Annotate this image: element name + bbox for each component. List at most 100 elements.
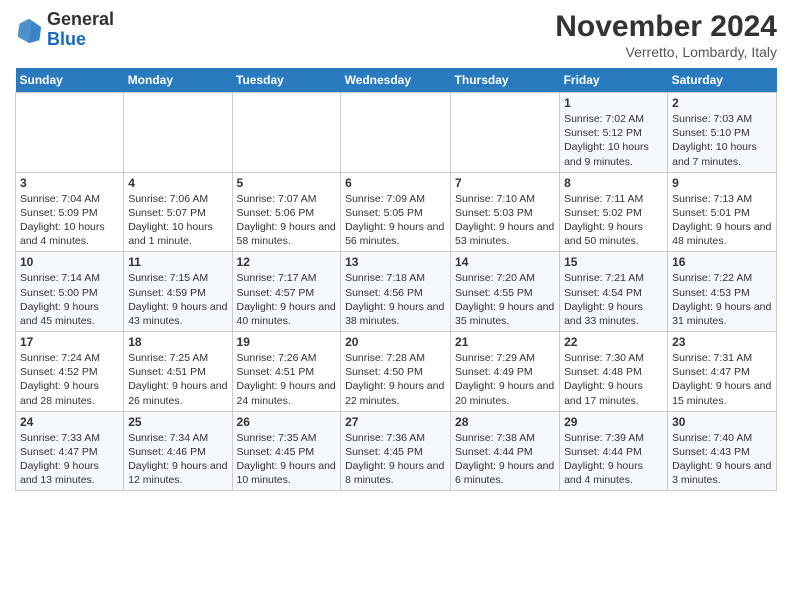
logo-text: General Blue <box>47 10 114 50</box>
calendar-cell <box>124 93 232 173</box>
day-info: Sunrise: 7:29 AM Sunset: 4:49 PM Dayligh… <box>455 351 555 408</box>
day-info: Sunrise: 7:15 AM Sunset: 4:59 PM Dayligh… <box>128 271 227 328</box>
calendar-cell: 17 Sunrise: 7:24 AM Sunset: 4:52 PM Dayli… <box>16 332 124 412</box>
day-number: 5 <box>237 176 337 190</box>
day-info: Sunrise: 7:09 AM Sunset: 5:05 PM Dayligh… <box>345 192 446 249</box>
calendar-cell: 29 Sunrise: 7:39 AM Sunset: 4:44 PM Dayli… <box>560 411 668 491</box>
title-block: November 2024 Verretto, Lombardy, Italy <box>555 10 777 60</box>
calendar-cell <box>451 93 560 173</box>
day-info: Sunrise: 7:35 AM Sunset: 4:45 PM Dayligh… <box>237 431 337 488</box>
logo: General Blue <box>15 10 114 50</box>
calendar-cell: 24 Sunrise: 7:33 AM Sunset: 4:47 PM Dayli… <box>16 411 124 491</box>
day-info: Sunrise: 7:26 AM Sunset: 4:51 PM Dayligh… <box>237 351 337 408</box>
weekday-header-wednesday: Wednesday <box>341 68 451 93</box>
location: Verretto, Lombardy, Italy <box>555 44 777 60</box>
day-number: 21 <box>455 335 555 349</box>
calendar-cell: 9 Sunrise: 7:13 AM Sunset: 5:01 PM Daylig… <box>668 172 777 252</box>
day-number: 6 <box>345 176 446 190</box>
day-number: 23 <box>672 335 772 349</box>
calendar-table: SundayMondayTuesdayWednesdayThursdayFrid… <box>15 68 777 491</box>
calendar-cell: 23 Sunrise: 7:31 AM Sunset: 4:47 PM Dayli… <box>668 332 777 412</box>
calendar-cell: 1 Sunrise: 7:02 AM Sunset: 5:12 PM Daylig… <box>560 93 668 173</box>
calendar-cell: 10 Sunrise: 7:14 AM Sunset: 5:00 PM Dayli… <box>16 252 124 332</box>
day-number: 10 <box>20 255 119 269</box>
day-info: Sunrise: 7:36 AM Sunset: 4:45 PM Dayligh… <box>345 431 446 488</box>
day-number: 25 <box>128 415 227 429</box>
weekday-header-monday: Monday <box>124 68 232 93</box>
weekday-header-sunday: Sunday <box>16 68 124 93</box>
calendar-cell: 5Sunrise: 7:07 AM Sunset: 5:06 PM Daylig… <box>232 172 341 252</box>
day-number: 14 <box>455 255 555 269</box>
day-info: Sunrise: 7:03 AM Sunset: 5:10 PM Dayligh… <box>672 112 772 169</box>
calendar-cell: 3Sunrise: 7:04 AM Sunset: 5:09 PM Daylig… <box>16 172 124 252</box>
calendar-cell: 20 Sunrise: 7:28 AM Sunset: 4:50 PM Dayli… <box>341 332 451 412</box>
day-number: 22 <box>564 335 663 349</box>
calendar-cell <box>232 93 341 173</box>
day-info: Sunrise: 7:20 AM Sunset: 4:55 PM Dayligh… <box>455 271 555 328</box>
calendar-week-4: 17 Sunrise: 7:24 AM Sunset: 4:52 PM Dayli… <box>16 332 777 412</box>
logo-icon <box>15 16 43 44</box>
logo-general: General <box>47 9 114 29</box>
day-number: 1 <box>564 96 663 110</box>
day-info: Sunrise: 7:28 AM Sunset: 4:50 PM Dayligh… <box>345 351 446 408</box>
calendar-cell: 26Sunrise: 7:35 AM Sunset: 4:45 PM Dayli… <box>232 411 341 491</box>
day-info: Sunrise: 7:14 AM Sunset: 5:00 PM Dayligh… <box>20 271 119 328</box>
day-info: Sunrise: 7:10 AM Sunset: 5:03 PM Dayligh… <box>455 192 555 249</box>
calendar-cell: 14 Sunrise: 7:20 AM Sunset: 4:55 PM Dayli… <box>451 252 560 332</box>
day-info: Sunrise: 7:31 AM Sunset: 4:47 PM Dayligh… <box>672 351 772 408</box>
day-info: Sunrise: 7:33 AM Sunset: 4:47 PM Dayligh… <box>20 431 119 488</box>
day-info: Sunrise: 7:24 AM Sunset: 4:52 PM Dayligh… <box>20 351 119 408</box>
day-number: 8 <box>564 176 663 190</box>
calendar-week-2: 3Sunrise: 7:04 AM Sunset: 5:09 PM Daylig… <box>16 172 777 252</box>
day-info: Sunrise: 7:17 AM Sunset: 4:57 PM Dayligh… <box>237 271 337 328</box>
month-title: November 2024 <box>555 10 777 44</box>
calendar-cell: 13 Sunrise: 7:18 AM Sunset: 4:56 PM Dayli… <box>341 252 451 332</box>
calendar-cell <box>16 93 124 173</box>
calendar-cell: 22 Sunrise: 7:30 AM Sunset: 4:48 PM Dayli… <box>560 332 668 412</box>
calendar-cell <box>341 93 451 173</box>
day-number: 27 <box>345 415 446 429</box>
day-number: 30 <box>672 415 772 429</box>
day-info: Sunrise: 7:39 AM Sunset: 4:44 PM Dayligh… <box>564 431 663 488</box>
day-info: Sunrise: 7:02 AM Sunset: 5:12 PM Dayligh… <box>564 112 663 169</box>
day-number: 17 <box>20 335 119 349</box>
day-info: Sunrise: 7:22 AM Sunset: 4:53 PM Dayligh… <box>672 271 772 328</box>
calendar-week-5: 24 Sunrise: 7:33 AM Sunset: 4:47 PM Dayli… <box>16 411 777 491</box>
day-number: 13 <box>345 255 446 269</box>
day-number: 16 <box>672 255 772 269</box>
calendar-cell: 12 Sunrise: 7:17 AM Sunset: 4:57 PM Dayli… <box>232 252 341 332</box>
day-number: 29 <box>564 415 663 429</box>
day-number: 24 <box>20 415 119 429</box>
day-info: Sunrise: 7:11 AM Sunset: 5:02 PM Dayligh… <box>564 192 663 249</box>
weekday-header-saturday: Saturday <box>668 68 777 93</box>
calendar-cell: 8 Sunrise: 7:11 AM Sunset: 5:02 PM Daylig… <box>560 172 668 252</box>
day-number: 28 <box>455 415 555 429</box>
calendar-cell: 16 Sunrise: 7:22 AM Sunset: 4:53 PM Dayli… <box>668 252 777 332</box>
calendar-week-1: 1 Sunrise: 7:02 AM Sunset: 5:12 PM Daylig… <box>16 93 777 173</box>
calendar-cell: 25 Sunrise: 7:34 AM Sunset: 4:46 PM Dayli… <box>124 411 232 491</box>
day-number: 2 <box>672 96 772 110</box>
calendar-cell: 6 Sunrise: 7:09 AM Sunset: 5:05 PM Daylig… <box>341 172 451 252</box>
day-number: 9 <box>672 176 772 190</box>
calendar-cell: 27 Sunrise: 7:36 AM Sunset: 4:45 PM Dayli… <box>341 411 451 491</box>
day-info: Sunrise: 7:38 AM Sunset: 4:44 PM Dayligh… <box>455 431 555 488</box>
day-info: Sunrise: 7:25 AM Sunset: 4:51 PM Dayligh… <box>128 351 227 408</box>
day-info: Sunrise: 7:40 AM Sunset: 4:43 PM Dayligh… <box>672 431 772 488</box>
page-header: General Blue November 2024 Verretto, Lom… <box>15 10 777 60</box>
day-number: 11 <box>128 255 227 269</box>
day-info: Sunrise: 7:13 AM Sunset: 5:01 PM Dayligh… <box>672 192 772 249</box>
calendar-cell: 18Sunrise: 7:25 AM Sunset: 4:51 PM Dayli… <box>124 332 232 412</box>
day-info: Sunrise: 7:21 AM Sunset: 4:54 PM Dayligh… <box>564 271 663 328</box>
day-info: Sunrise: 7:34 AM Sunset: 4:46 PM Dayligh… <box>128 431 227 488</box>
day-number: 7 <box>455 176 555 190</box>
day-info: Sunrise: 7:18 AM Sunset: 4:56 PM Dayligh… <box>345 271 446 328</box>
calendar-week-3: 10 Sunrise: 7:14 AM Sunset: 5:00 PM Dayli… <box>16 252 777 332</box>
day-info: Sunrise: 7:30 AM Sunset: 4:48 PM Dayligh… <box>564 351 663 408</box>
weekday-header-tuesday: Tuesday <box>232 68 341 93</box>
day-number: 12 <box>237 255 337 269</box>
day-info: Sunrise: 7:04 AM Sunset: 5:09 PM Dayligh… <box>20 192 119 249</box>
day-number: 15 <box>564 255 663 269</box>
weekday-header-row: SundayMondayTuesdayWednesdayThursdayFrid… <box>16 68 777 93</box>
calendar-cell: 30 Sunrise: 7:40 AM Sunset: 4:43 PM Dayli… <box>668 411 777 491</box>
day-number: 20 <box>345 335 446 349</box>
